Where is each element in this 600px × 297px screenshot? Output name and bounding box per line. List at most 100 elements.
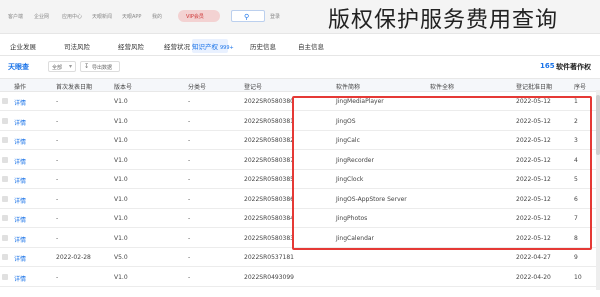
search-button[interactable]: ⚲ bbox=[231, 10, 265, 22]
table-cell-ver: V1.0 bbox=[114, 273, 128, 281]
table-cell-pub: - bbox=[56, 234, 59, 242]
search-icon: ⚲ bbox=[244, 13, 250, 21]
scrollbar-thumb[interactable] bbox=[596, 95, 600, 155]
table-cell-cls: - bbox=[188, 234, 191, 242]
details-link[interactable]: 详情 bbox=[14, 98, 26, 107]
table-cell-pub: - bbox=[56, 273, 59, 281]
highlight-box bbox=[292, 96, 592, 250]
table-cell-reg: 2022SR0493099 bbox=[244, 273, 294, 281]
table-cell-no: 9 bbox=[574, 254, 578, 261]
table-cell-reg: 2022SR0580386 bbox=[244, 195, 294, 203]
top-link[interactable]: 天眼新闻 bbox=[92, 13, 112, 20]
nav-tab-label: 知识产权 bbox=[192, 43, 218, 51]
export-label: 导出数据 bbox=[92, 65, 113, 71]
article-caption: 版权保护服务费用查询 bbox=[328, 8, 559, 33]
column-header: 软件简称 bbox=[336, 84, 361, 91]
table-cell-date: 2022-04-27 bbox=[516, 254, 551, 261]
table-cell-cls: - bbox=[188, 215, 191, 222]
nav-tab-label: 历史信息 bbox=[250, 43, 276, 51]
table-row: 9 2022-04-27 2022SR0537181 - V5.0 2022-02-28 详… bbox=[0, 248, 600, 267]
table-cell-reg: 2022SR0580387 bbox=[244, 156, 294, 164]
details-link[interactable]: 详情 bbox=[14, 274, 26, 283]
table-cell-pub: - bbox=[56, 98, 59, 105]
table-cell-ver: V1.0 bbox=[114, 98, 128, 105]
details-link[interactable]: 详情 bbox=[14, 157, 26, 166]
table-cell-reg: 2022SR0580385 bbox=[244, 176, 294, 183]
nav-tab[interactable]: 自主信息 bbox=[298, 41, 324, 51]
top-link[interactable]: 登录 bbox=[270, 13, 280, 20]
nav-tab[interactable]: 经营状况 bbox=[164, 41, 190, 51]
nav-tab[interactable]: 历史信息 bbox=[250, 41, 276, 51]
table-cell-pub: - bbox=[56, 117, 59, 125]
details-link[interactable]: 详情 bbox=[14, 176, 26, 185]
table-cell-ver: V5.0 bbox=[114, 254, 128, 261]
table-cell-ver: V1.0 bbox=[114, 117, 128, 125]
row-side-icon bbox=[2, 176, 8, 182]
chevron-down-icon: ▾ bbox=[69, 63, 73, 70]
nav-tab-label: 司法风险 bbox=[64, 43, 90, 51]
table-cell-cls: - bbox=[188, 98, 191, 105]
row-side-icon bbox=[2, 273, 8, 280]
details-link[interactable]: 详情 bbox=[14, 196, 26, 205]
table-cell-pub: - bbox=[56, 156, 59, 164]
row-side-icon bbox=[2, 137, 8, 143]
column-header: 首次发表日期 bbox=[56, 84, 93, 91]
top-link[interactable]: 企业网 bbox=[34, 13, 49, 20]
details-link[interactable]: 详情 bbox=[14, 137, 26, 146]
table-cell-cls: - bbox=[188, 117, 191, 125]
filter-label: 全部 bbox=[52, 65, 63, 71]
filter-select[interactable]: 全部 ▾ bbox=[48, 61, 76, 72]
nav-tab-badge: 999+ bbox=[220, 45, 234, 51]
details-link[interactable]: 详情 bbox=[14, 118, 26, 127]
column-header: 软件全称 bbox=[430, 84, 455, 91]
table-cell-reg: 2022SR0580380 bbox=[244, 98, 294, 105]
table-cell-cls: - bbox=[188, 195, 191, 203]
table-cell-reg: 2022SR0580382 bbox=[244, 137, 294, 144]
row-side-icon bbox=[2, 215, 8, 221]
table-cell-pub: - bbox=[56, 176, 59, 183]
table-cell-ver: V1.0 bbox=[114, 195, 128, 203]
nav-tab-label: 自主信息 bbox=[298, 43, 324, 51]
section-count: 165 bbox=[540, 62, 555, 70]
vip-badge[interactable]: VIP会员 bbox=[178, 10, 220, 22]
table-cell-reg: 2022SR0580383 bbox=[244, 234, 294, 242]
nav-tab-label: 经营风险 bbox=[118, 43, 144, 51]
table-cell-reg: 2022SR0580384 bbox=[244, 215, 294, 222]
top-link[interactable]: 客户端 bbox=[8, 13, 23, 20]
section-toolbar: 天眼查 全部 ▾ ↧ 导出数据 165 软件著作权 bbox=[0, 56, 600, 78]
table-cell-cls: - bbox=[188, 176, 191, 183]
table-cell-ver: V1.0 bbox=[114, 156, 128, 164]
table-row: 10 2022-04-20 2022SR0493099 - V1.0 - 详情 bbox=[0, 268, 600, 287]
column-header: 操作 bbox=[14, 84, 27, 91]
column-header: 登记批准日期 bbox=[516, 84, 553, 91]
top-link[interactable]: 天眼APP bbox=[122, 13, 141, 20]
table-cell-cls: - bbox=[188, 273, 191, 281]
column-header: 序号 bbox=[574, 84, 587, 91]
details-link[interactable]: 详情 bbox=[14, 254, 26, 263]
section-title: 软件著作权 bbox=[556, 63, 591, 71]
table-cell-cls: - bbox=[188, 137, 191, 144]
export-button[interactable]: ↧ 导出数据 bbox=[80, 61, 120, 72]
row-side-icon bbox=[2, 254, 8, 260]
table-cell-pub: 2022-02-28 bbox=[56, 254, 91, 261]
nav-tab[interactable]: 知识产权 999+ bbox=[192, 41, 234, 51]
column-header: 登记号 bbox=[244, 84, 263, 91]
table-cell-pub: - bbox=[56, 215, 59, 222]
column-header: 版本号 bbox=[114, 84, 133, 91]
table-cell-ver: V1.0 bbox=[114, 176, 128, 183]
details-link[interactable]: 详情 bbox=[14, 235, 26, 244]
top-link[interactable]: 我的 bbox=[152, 13, 162, 20]
details-link[interactable]: 详情 bbox=[14, 215, 26, 224]
table-cell-date: 2022-04-20 bbox=[516, 273, 551, 281]
table-cell-ver: V1.0 bbox=[114, 215, 128, 222]
table-cell-reg: 2022SR0580381 bbox=[244, 117, 294, 125]
download-icon: ↧ bbox=[84, 63, 90, 70]
nav-tab[interactable]: 经营风险 bbox=[118, 41, 144, 51]
row-side-icon bbox=[2, 117, 8, 124]
table-cell-ver: V1.0 bbox=[114, 137, 128, 144]
nav-tab[interactable]: 司法风险 bbox=[64, 41, 90, 51]
top-link[interactable]: 应用中心 bbox=[62, 13, 82, 20]
row-side-icon bbox=[2, 234, 8, 241]
table-cell-pub: - bbox=[56, 137, 59, 144]
nav-tab[interactable]: 企业发展 bbox=[10, 41, 36, 51]
